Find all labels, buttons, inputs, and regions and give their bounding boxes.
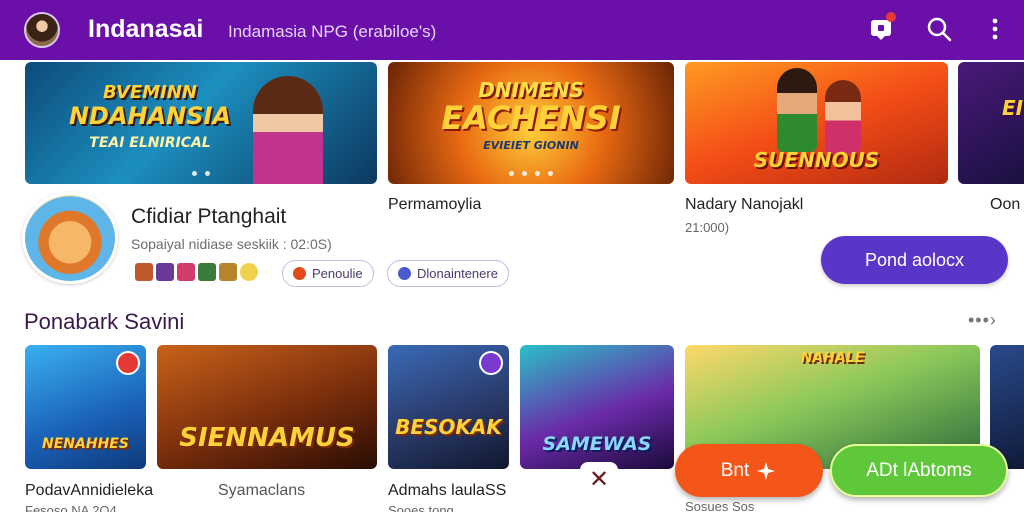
banner-tagline: EVIEIET GIONIN bbox=[483, 139, 579, 152]
tile-art-title: NENAHHES bbox=[42, 436, 129, 452]
tile-caption: Admahs laulaSS bbox=[388, 482, 507, 499]
banner-character bbox=[825, 80, 861, 154]
banner-headline-1: DNIMENS bbox=[478, 78, 584, 102]
banner-caption: Oon bbox=[990, 196, 1021, 213]
section-title: Ponabark Savini bbox=[24, 309, 185, 334]
player-avatar bbox=[198, 263, 216, 281]
banner-headline-2: SUENNOUS bbox=[753, 148, 880, 172]
close-button[interactable]: ✕ bbox=[580, 462, 618, 496]
featured-title: Cfidiar Ptanghait bbox=[131, 205, 287, 228]
banner-caption: Permamoylia bbox=[388, 196, 482, 213]
chip-label: Dlonaintenere bbox=[417, 266, 498, 281]
banner-headline-2: EIWI bbox=[1002, 96, 1024, 120]
avatar[interactable] bbox=[24, 12, 60, 48]
banner-headline-2: NDAHANSIA bbox=[68, 102, 232, 130]
featured-subtitle: Sopaiyal nidiase seskiik : 02:0S) bbox=[131, 236, 332, 252]
badge-icon bbox=[479, 351, 503, 375]
app-title: Indanasai bbox=[88, 15, 204, 43]
game-tile[interactable]: SIENNAMUS bbox=[157, 345, 377, 469]
fab-right-button[interactable]: ADt lAbtoms bbox=[830, 444, 1008, 497]
banner-card[interactable]: DNIMENS EACHENSI EVIEIET GIONIN bbox=[388, 62, 674, 184]
player-avatar bbox=[177, 263, 195, 281]
player-avatar bbox=[156, 263, 174, 281]
badge-icon bbox=[116, 351, 140, 375]
tile-caption-meta: Sosues Sos bbox=[685, 499, 755, 512]
game-tile[interactable]: BESOKAK bbox=[388, 345, 509, 469]
carousel-dots bbox=[25, 171, 377, 176]
notification-bell-icon[interactable] bbox=[866, 12, 896, 44]
tag-chip[interactable]: Penoulie bbox=[282, 260, 374, 287]
tile-art-title: SAMEWAS bbox=[542, 433, 652, 455]
tile-caption-meta: Sooes tong bbox=[388, 503, 454, 512]
banner-caption: Nadary Nanojakl bbox=[685, 196, 804, 213]
shield-icon bbox=[398, 267, 411, 280]
sparkle-icon bbox=[757, 461, 776, 480]
more-vertical-icon[interactable] bbox=[980, 14, 1010, 44]
game-tile[interactable]: NENAHHES bbox=[25, 345, 146, 469]
tile-art-title: SIENNAMUS bbox=[179, 423, 355, 453]
fab-left-label: Bnt bbox=[720, 459, 750, 481]
tag-chip[interactable]: Dlonaintenere bbox=[387, 260, 509, 287]
app-subtitle: Indamasia NPG (erabiloe's) bbox=[228, 22, 437, 41]
tile-art-title: BESOKAK bbox=[395, 415, 502, 439]
banner-card[interactable]: BVEMINN NDAHANSIA TEAI ELNIRICAL bbox=[25, 62, 377, 184]
app-bar: Indanasai Indamasia NPG (erabiloe's) bbox=[0, 0, 1024, 60]
flame-icon bbox=[293, 267, 306, 280]
featured-game-icon[interactable] bbox=[22, 192, 118, 284]
fab-left-button[interactable]: Bnt bbox=[675, 444, 823, 497]
banner-headline-2: EACHENSI bbox=[441, 99, 621, 137]
banner-tagline: TEAI ELNIRICAL bbox=[89, 135, 211, 151]
banner-character bbox=[777, 68, 817, 152]
tile-caption: Syamaclans bbox=[218, 482, 306, 499]
carousel-dots bbox=[388, 171, 674, 176]
player-avatar bbox=[240, 263, 258, 281]
tile-caption: PodavAnnidieleka bbox=[25, 482, 154, 499]
game-tile[interactable]: SAMEWAS bbox=[520, 345, 674, 469]
primary-action-button[interactable]: Pond aolocx bbox=[821, 236, 1008, 284]
search-icon[interactable] bbox=[924, 14, 954, 44]
player-avatar bbox=[135, 263, 153, 281]
see-more-button[interactable]: •••› bbox=[968, 310, 997, 331]
player-avatar bbox=[219, 263, 237, 281]
notification-badge bbox=[886, 12, 896, 22]
banner-card[interactable]: EIWI bbox=[958, 62, 1024, 184]
chip-label: Penoulie bbox=[312, 266, 363, 281]
tile-art-title: NAHALE bbox=[800, 350, 865, 366]
banner-caption-meta: 21:000) bbox=[685, 220, 730, 235]
banner-headline-1: BVEMINN bbox=[103, 82, 197, 103]
banner-card[interactable]: SUENNOUS bbox=[685, 62, 948, 184]
tile-caption-meta: Fesoso NA 2O4 bbox=[25, 503, 117, 512]
